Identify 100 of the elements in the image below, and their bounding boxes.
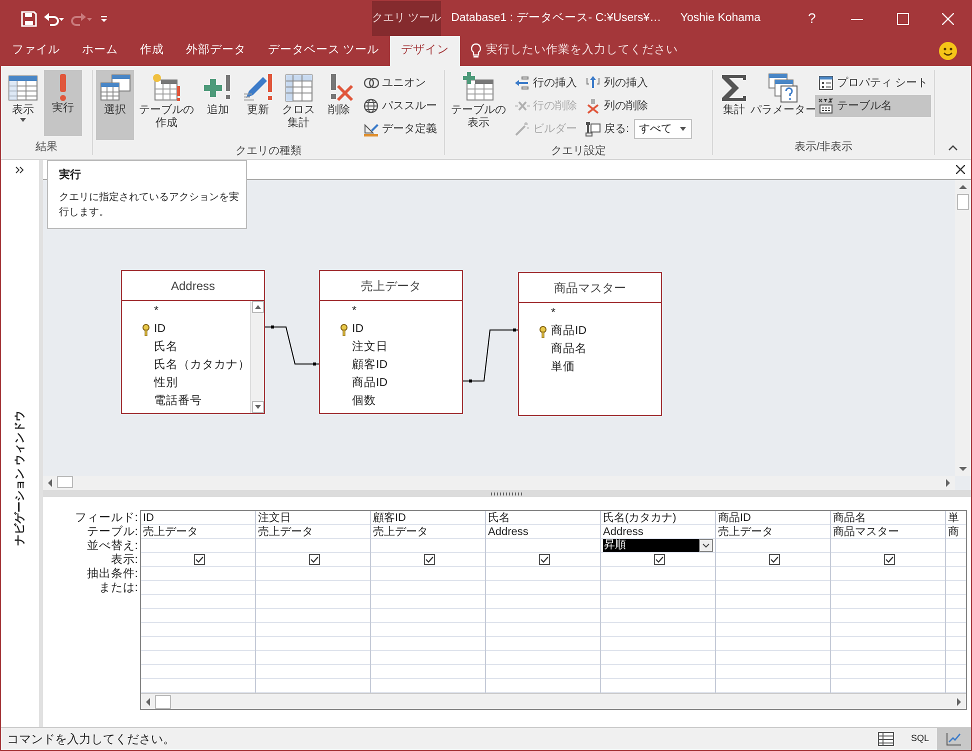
table-title: Address [122, 271, 264, 301]
view-button[interactable]: SQL [903, 728, 937, 750]
ribbon-button[interactable]: 列の挿入 [582, 72, 692, 94]
field-name[interactable]: 氏名（カタカナ） [154, 357, 250, 375]
ribbon-button[interactable]: 実行 [44, 70, 82, 136]
navigation-pane-label[interactable]: ナビゲーション ウィンドウ [12, 410, 28, 546]
undo-icon[interactable] [43, 10, 65, 26]
ribbon-button[interactable]: データ定義 [360, 118, 440, 140]
grid-cell[interactable]: 顧客ID [371, 511, 485, 525]
scroll-thumb-icon[interactable] [57, 476, 73, 488]
splitter-grip-icon[interactable] [490, 492, 524, 496]
ribbon-button[interactable]: 削除 [320, 70, 358, 140]
field-name[interactable]: * [154, 303, 158, 321]
scroll-thumb-icon[interactable] [155, 694, 171, 708]
scroll-thumb-icon[interactable] [957, 194, 969, 210]
scrollbar[interactable] [250, 301, 264, 413]
table-window[interactable]: Address * ID 氏名 氏名（カタカナ） 性別 電話番号 [121, 270, 265, 414]
ribbon-button[interactable]: 集計 [716, 70, 752, 136]
ribbon-tab[interactable]: デザイン [390, 36, 460, 66]
field-name[interactable]: 注文日 [352, 339, 388, 357]
help-button[interactable]: ? [789, 1, 835, 36]
checkbox[interactable] [194, 554, 204, 565]
ribbon-button[interactable]: 選択 [96, 70, 134, 140]
grid-cell[interactable]: Address [486, 525, 600, 539]
tell-me-field[interactable]: 実行したい作業を入力してください [486, 42, 678, 60]
customize-icon[interactable] [99, 14, 109, 24]
smiley-icon[interactable] [938, 41, 958, 61]
grid-cell[interactable]: 売上データ [256, 525, 370, 539]
grid-cell[interactable]: 商品ID [716, 511, 830, 525]
scrollbar[interactable] [141, 693, 966, 709]
close-icon[interactable] [956, 165, 965, 174]
ribbon-button[interactable]: テーブルの表示 [448, 70, 509, 140]
caret-icon[interactable] [702, 543, 710, 548]
field-name[interactable]: 氏名 [154, 339, 178, 357]
ribbon-tab[interactable]: ファイル [1, 36, 71, 66]
field-name[interactable]: 商品名 [551, 341, 587, 359]
ribbon-button[interactable]: 表示 [4, 70, 42, 136]
ribbon-button[interactable]: テーブル名 [814, 95, 931, 117]
checkbox[interactable] [654, 554, 664, 565]
checkbox[interactable] [308, 554, 320, 565]
table-title: 商品マスター [519, 273, 661, 303]
field-name[interactable]: ID [154, 321, 166, 339]
field-name[interactable]: 電話番号 [154, 393, 202, 411]
field-name[interactable]: 個数 [352, 393, 376, 411]
check-icon [540, 555, 548, 564]
tooltip-text: クエリに指定されているアクションを実行します。 [59, 190, 240, 220]
expand-icon[interactable] [15, 166, 25, 174]
scrollbar[interactable] [43, 476, 955, 490]
checkbox[interactable] [884, 554, 894, 565]
grid-cell[interactable]: 商 [946, 525, 966, 539]
ribbon-button[interactable]: 行の挿入 [511, 72, 580, 94]
grid-cell[interactable]: 売上データ [371, 525, 485, 539]
field-name[interactable]: * [551, 305, 556, 323]
ribbon-button[interactable]: 追加 [199, 70, 237, 140]
grid-cell[interactable]: 売上データ [716, 525, 830, 539]
check-icon [424, 555, 434, 564]
field-name[interactable]: 顧客ID [352, 357, 388, 375]
grid-cell[interactable]: 商品マスター [831, 525, 945, 539]
grid-cell[interactable]: ID [141, 511, 255, 525]
design-view-icon [946, 732, 962, 746]
field-name[interactable]: 性別 [154, 375, 178, 393]
ribbon-button[interactable]: テーブルの作成 [136, 70, 197, 140]
grid-cell[interactable]: 商品名 [831, 511, 945, 525]
table-window[interactable]: 売上データ * ID 注文日 顧客ID 商品ID 個数 [319, 270, 463, 414]
ribbon-tab[interactable]: ホーム [71, 36, 129, 66]
save-icon[interactable] [21, 10, 37, 26]
scrollbar[interactable] [955, 180, 971, 476]
view-button[interactable] [937, 728, 971, 750]
ribbon-button[interactable]: 列の削除 [582, 95, 692, 117]
field-name[interactable]: * [352, 303, 356, 321]
scroll-down-icon[interactable] [252, 401, 264, 413]
ribbon-tab[interactable]: 外部データ [175, 36, 257, 66]
field-name[interactable]: 商品ID [551, 323, 586, 341]
field-name[interactable]: 単価 [551, 359, 575, 377]
ribbon-button[interactable]: ユニオン [360, 72, 440, 94]
exclamation-icon [59, 72, 67, 102]
scroll-up-icon[interactable] [252, 301, 264, 313]
ribbon-button[interactable]: 戻る: [582, 118, 632, 140]
grid-cell[interactable]: 単 [946, 511, 966, 525]
maximize-icon[interactable] [896, 12, 909, 24]
grid-cell[interactable]: 売上データ [141, 525, 255, 539]
ribbon-tab[interactable]: 作成 [129, 36, 175, 66]
sort-field[interactable]: 昇順 [603, 539, 699, 552]
ribbon-button[interactable]: 更新 [239, 70, 277, 140]
user-name: Yoshie Kohama [680, 10, 762, 26]
field-name[interactable]: ID [352, 321, 364, 339]
checkbox[interactable] [768, 554, 780, 565]
table-window[interactable]: 商品マスター * 商品ID 商品名 単価 [518, 272, 662, 416]
return-dropdown[interactable]: すべて [634, 119, 692, 139]
ribbon-button[interactable]: パススルー [360, 95, 440, 117]
field-name[interactable]: 商品ID [352, 375, 388, 393]
collapse-icon[interactable] [948, 145, 958, 151]
checkbox[interactable] [538, 554, 550, 565]
grid-cell[interactable]: 氏名(カタカナ) [601, 511, 715, 525]
ribbon-button[interactable]: プロパティ シート [814, 72, 931, 94]
grid-cell[interactable]: 氏名 [486, 511, 600, 525]
grid-cell[interactable]: 注文日 [256, 511, 370, 525]
ribbon-tab[interactable]: データベース ツール [257, 36, 390, 66]
checkbox[interactable] [424, 554, 434, 565]
ribbon-button[interactable]: クロス集計 [279, 70, 318, 140]
